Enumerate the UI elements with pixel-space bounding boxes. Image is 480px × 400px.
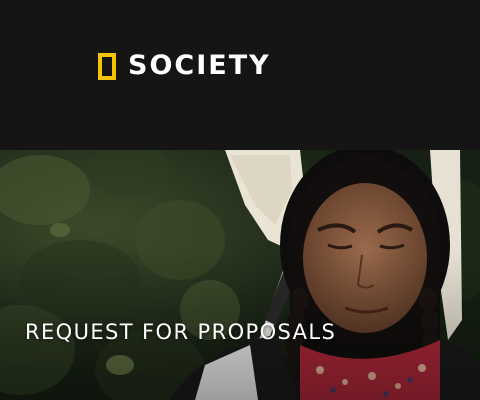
page: SOCIETY REQUEST FOR PROPOSALS	[0, 0, 480, 400]
yellow-border-logo-icon	[98, 52, 116, 80]
brand-name: SOCIETY	[128, 50, 271, 81]
hero-banner[interactable]: REQUEST FOR PROPOSALS	[0, 150, 480, 400]
site-header: SOCIETY	[0, 0, 480, 150]
hero-title[interactable]: REQUEST FOR PROPOSALS	[25, 318, 336, 346]
hero-photo	[0, 150, 480, 400]
society-logo-link[interactable]: SOCIETY	[98, 49, 271, 83]
